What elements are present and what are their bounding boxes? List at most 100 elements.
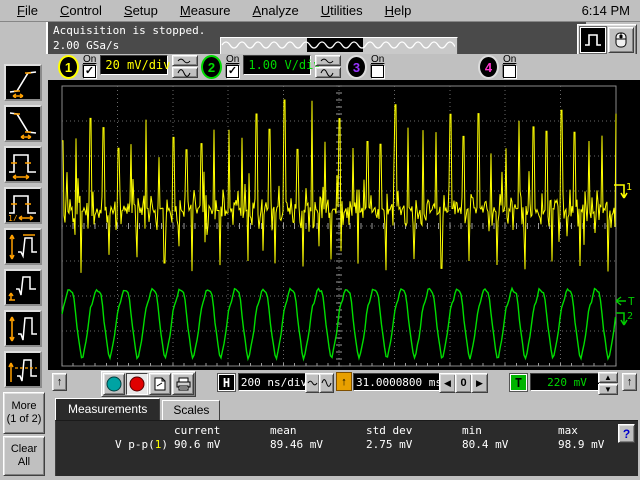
waveform-display[interactable]: 1 T 2 — [48, 80, 640, 370]
channel-2-ground-marker[interactable]: 2 — [614, 308, 640, 337]
measure-frequency-button[interactable]: 1/ — [4, 187, 42, 224]
horizontal-trigger-toolbar: ↑ — [46, 370, 640, 398]
print-button[interactable] — [172, 373, 194, 395]
channel-2-on-checkbox[interactable]: ✓ — [226, 65, 239, 78]
measure-vmax-button[interactable] — [4, 228, 42, 265]
channel-3-badge[interactable]: 3 — [346, 55, 367, 79]
clock: 6:14 PM — [582, 3, 640, 18]
menu-measure[interactable]: Measure — [169, 1, 242, 20]
svg-text:2: 2 — [627, 311, 633, 322]
channel-1-ground-marker[interactable]: 1 — [611, 178, 637, 211]
channel-4-badge[interactable]: 4 — [478, 55, 499, 79]
trigger-level-up-button[interactable]: ▲ — [598, 372, 618, 383]
acquisition-state-text: Acquisition is stopped. — [53, 23, 586, 38]
large-wave-icon — [320, 68, 336, 77]
memory-bar[interactable] — [220, 37, 458, 55]
small-wave-icon — [177, 57, 193, 64]
channel-3-on-label: On — [371, 55, 384, 64]
copy-page-icon — [153, 377, 167, 391]
printer-icon — [176, 377, 191, 391]
more-label-line2: (1 of 2) — [7, 413, 42, 426]
channel-1-on-label: On — [83, 55, 96, 64]
more-label-line1: More — [11, 400, 36, 413]
check-icon: ✓ — [228, 65, 237, 77]
run-icon — [106, 376, 122, 392]
col-header-min: min — [462, 424, 558, 438]
measure-vpp-button[interactable] — [4, 310, 42, 347]
scale-up-button[interactable] — [172, 55, 198, 66]
channel-2-badge[interactable]: 2 — [201, 55, 222, 79]
delay-field[interactable]: 31.0000800 ms — [353, 373, 441, 391]
up-arrow-icon: ↑ — [57, 376, 63, 388]
menu-setup[interactable]: Setup — [113, 1, 169, 20]
clear-all-button[interactable]: Clear All — [3, 436, 45, 476]
channel-2-on-label: On — [226, 55, 239, 64]
trigger-level-field[interactable]: 220 mV — [530, 373, 600, 391]
channel-1-on-checkbox[interactable]: ✓ — [83, 65, 96, 78]
tab-measurements[interactable]: Measurements — [55, 398, 160, 420]
stop-icon — [129, 376, 145, 392]
measurement-stddev-value: 2.75 mV — [366, 438, 462, 452]
measurements-panel: current mean std dev min max V p-p(1) 90… — [55, 420, 638, 476]
expand-right-button[interactable]: ↑ — [622, 373, 637, 391]
measure-rise-time-button[interactable] — [4, 64, 42, 101]
frequency-icon: 1/ — [7, 191, 39, 221]
timebase-decrease-button[interactable] — [305, 373, 320, 393]
mouse-pointer-button[interactable] — [608, 27, 634, 53]
help-button[interactable]: ? — [618, 424, 635, 443]
oscilloscope-app: File Control Setup Measure Analyze Utili… — [0, 0, 640, 480]
pulse-width-icon — [7, 150, 39, 180]
timebase-increase-button[interactable] — [319, 373, 334, 393]
topright-button-group — [577, 24, 637, 56]
menu-file[interactable]: File — [6, 1, 49, 20]
more-measurements-button[interactable]: More (1 of 2) — [3, 392, 45, 434]
trigger-level-down-button[interactable]: ▼ — [598, 384, 618, 395]
spin-up-icon: ▲ — [604, 373, 612, 382]
run-button[interactable] — [103, 373, 125, 395]
left-triangle-icon: ◀ — [444, 378, 451, 389]
right-triangle-icon: ▶ — [476, 378, 483, 389]
horizontal-setup-button[interactable]: H — [218, 374, 235, 391]
channel-1-badge[interactable]: 1 — [58, 55, 79, 79]
stop-button[interactable] — [126, 373, 148, 395]
expand-left-button[interactable]: ↑ — [52, 373, 67, 391]
menu-help[interactable]: Help — [374, 1, 423, 20]
channel-2-scale-field[interactable]: 1.00 V/div — [243, 55, 311, 75]
clear-label-line1: Clear — [11, 443, 37, 456]
channel-3-controls: 3 On ✓ — [346, 55, 384, 79]
delay-left-button[interactable]: ◀ — [439, 373, 456, 393]
menu-analyze[interactable]: Analyze — [241, 1, 309, 20]
large-wave-icon — [321, 378, 332, 388]
v-min-icon — [7, 273, 39, 303]
measure-pulse-width-button[interactable] — [4, 146, 42, 183]
up-arrow-icon: ↑ — [627, 376, 633, 388]
timebase-field[interactable]: 200 ns/div — [238, 373, 306, 391]
menu-control[interactable]: Control — [49, 1, 113, 20]
trigger-level-spinner: ▲ ▼ — [598, 372, 618, 395]
menu-utilities[interactable]: Utilities — [310, 1, 374, 20]
scale-down-button[interactable] — [172, 67, 198, 78]
scale-up-button[interactable] — [315, 55, 341, 66]
screen-copy-button[interactable] — [149, 373, 171, 395]
channel-4-on-checkbox[interactable]: ✓ — [503, 65, 516, 78]
run-control-group — [101, 371, 196, 397]
channel-3-on-checkbox[interactable]: ✓ — [371, 65, 384, 78]
tab-scales[interactable]: Scales — [162, 400, 220, 420]
measure-vmin-button[interactable] — [4, 269, 42, 306]
waveform-plot[interactable] — [48, 80, 640, 370]
channel-2-marker-icon: 2 — [614, 308, 640, 332]
delay-zero-button[interactable]: 0 — [455, 373, 472, 393]
measure-fall-time-button[interactable] — [4, 105, 42, 142]
delay-reference-button[interactable]: ↑ — [336, 372, 352, 391]
col-header-stddev: std dev — [366, 424, 462, 438]
check-icon: ✓ — [85, 65, 94, 77]
col-header-mean: mean — [270, 424, 366, 438]
pulse-trigger-button[interactable] — [580, 27, 606, 53]
mouse-icon — [613, 31, 629, 49]
measure-vavg-button[interactable] — [4, 351, 42, 388]
channel-4-on-label: On — [503, 55, 516, 64]
channel-1-scale-field[interactable]: 20 mV/div — [100, 55, 168, 75]
trigger-setup-button[interactable]: T — [510, 374, 527, 391]
scale-down-button[interactable] — [315, 67, 341, 78]
delay-right-button[interactable]: ▶ — [471, 373, 488, 393]
